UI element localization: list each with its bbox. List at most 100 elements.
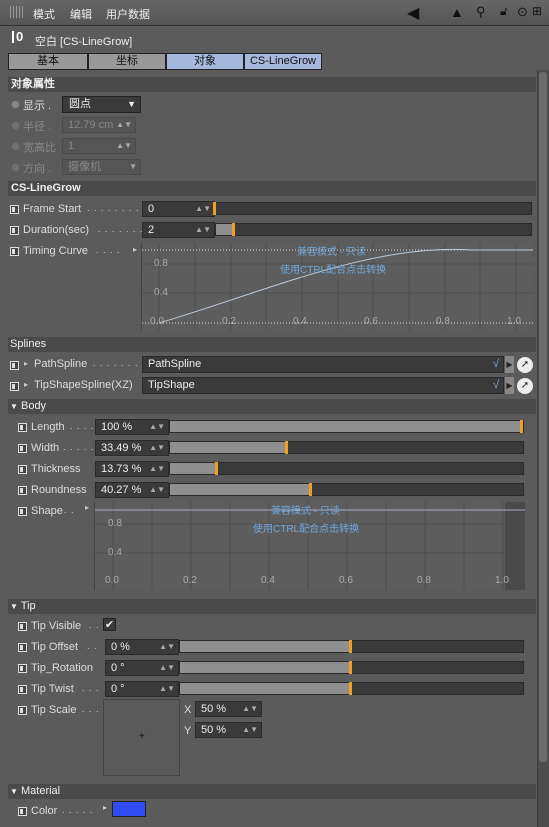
- keyframe-icon[interactable]: [18, 465, 27, 474]
- keyframe-icon[interactable]: [10, 382, 19, 391]
- shape-label: Shape: [31, 505, 63, 517]
- shape-graph[interactable]: 0.8 0.4 0.0 0.2 0.4 0.6 0.8 1.0 兼容模式 - 只…: [94, 502, 525, 590]
- display-dropdown[interactable]: 圆点 ▼: [62, 96, 141, 113]
- expand-triangle-icon[interactable]: ▸: [85, 503, 89, 512]
- spinner-icon[interactable]: ▲▼: [242, 723, 258, 737]
- duration-slider[interactable]: [215, 223, 532, 236]
- spinner-icon[interactable]: ▲▼: [195, 223, 211, 237]
- tip-twist-slider[interactable]: [179, 682, 524, 695]
- spinner-icon[interactable]: ▲▼: [195, 202, 211, 216]
- keyframe-icon[interactable]: [18, 685, 27, 694]
- keyframe-icon[interactable]: [18, 706, 27, 715]
- tip-offset-dots: . .: [87, 641, 98, 651]
- slider-handle[interactable]: [348, 661, 352, 674]
- slider-handle[interactable]: [348, 682, 352, 695]
- scale-x-field[interactable]: 50 % ▲▼: [195, 701, 262, 717]
- timing-curve-graph[interactable]: 0.8 0.4 0.0 0.2 0.4 0.6 0.8 1.0 兼容模式 - 只…: [141, 243, 533, 330]
- spinner-icon[interactable]: ▲▼: [149, 483, 165, 497]
- thickness-field[interactable]: 13.73 % ▲▼: [95, 461, 169, 477]
- menu-mode[interactable]: 模式: [33, 6, 55, 22]
- tip-rotation-field[interactable]: 0 ° ▲▼: [105, 660, 179, 676]
- keyframe-icon[interactable]: [18, 444, 27, 453]
- path-spline-link-field[interactable]: PathSpline √: [142, 356, 504, 373]
- up-arrow-icon[interactable]: ▲: [450, 4, 464, 20]
- keyframe-icon[interactable]: [10, 226, 19, 235]
- spinner-icon[interactable]: ▲▼: [159, 640, 175, 654]
- section-tip[interactable]: ▼ Tip: [8, 599, 536, 614]
- tip-offset-field[interactable]: 0 % ▲▼: [105, 639, 179, 655]
- tipshape-spline-link-field[interactable]: TipShape √: [142, 377, 504, 394]
- expand-icon[interactable]: ⊞: [532, 4, 542, 18]
- thickness-slider[interactable]: [169, 462, 524, 475]
- compat-mode-text: 兼容模式 - 只读: [271, 506, 340, 517]
- new-view-icon[interactable]: ⊙: [517, 4, 528, 20]
- link-menu-arrow-icon[interactable]: ▶: [505, 356, 514, 373]
- slider-handle[interactable]: [285, 441, 289, 454]
- slider-fill: [170, 484, 313, 495]
- slider-handle[interactable]: [213, 202, 216, 215]
- tip-offset-slider[interactable]: [179, 640, 524, 653]
- keyframe-icon[interactable]: [18, 423, 27, 432]
- keyframe-icon[interactable]: [18, 622, 27, 631]
- lock-icon[interactable]: 🔓︎: [500, 4, 508, 19]
- menu-user-data[interactable]: 用户数据: [106, 6, 150, 22]
- search-icon[interactable]: ⚲: [476, 4, 486, 20]
- slider-handle[interactable]: [215, 462, 219, 475]
- spinner-icon[interactable]: ▲▼: [159, 682, 175, 696]
- width-slider[interactable]: [169, 441, 524, 454]
- spinner-icon[interactable]: ▲▼: [149, 441, 165, 455]
- tab-object[interactable]: 对象: [166, 53, 244, 70]
- spinner-icon[interactable]: ▲▼: [242, 702, 258, 716]
- display-radio[interactable]: [11, 100, 20, 109]
- slider-handle[interactable]: [348, 640, 352, 653]
- ctrl-click-text: 使用CTRL配合点击转换: [253, 524, 360, 535]
- frame-start-slider[interactable]: [213, 202, 532, 215]
- width-field[interactable]: 33.49 % ▲▼: [95, 440, 169, 456]
- keyframe-icon[interactable]: [10, 205, 19, 214]
- ctrl-click-text: 使用CTRL配合点击转换: [280, 265, 387, 276]
- object-title-row: 0 空白 [CS-LineGrow]: [0, 28, 549, 50]
- x-tick: 0.6: [364, 316, 378, 327]
- back-arrow-icon[interactable]: ◀: [407, 3, 419, 23]
- roundness-field[interactable]: 40.27 % ▲▼: [95, 482, 169, 498]
- tab-basic[interactable]: 基本: [8, 53, 88, 70]
- slider-handle[interactable]: [520, 420, 523, 433]
- spinner-icon[interactable]: ▲▼: [149, 420, 165, 434]
- tip-scale-pad[interactable]: +: [103, 699, 180, 776]
- pick-object-icon[interactable]: ➚: [517, 357, 533, 373]
- frame-start-field[interactable]: 0 ▲▼: [142, 201, 215, 217]
- slider-handle[interactable]: [231, 223, 235, 236]
- expand-triangle-icon[interactable]: ▸: [103, 803, 107, 812]
- scrollbar-thumb[interactable]: [539, 72, 547, 762]
- duration-field[interactable]: 2 ▲▼: [142, 222, 215, 238]
- section-body[interactable]: ▼ Body: [8, 399, 536, 414]
- keyframe-icon[interactable]: [18, 664, 27, 673]
- color-swatch[interactable]: [112, 801, 146, 817]
- keyframe-icon[interactable]: [18, 807, 27, 816]
- menu-edit[interactable]: 编辑: [70, 6, 92, 22]
- expand-triangle-icon[interactable]: ▸: [24, 380, 28, 389]
- spinner-icon[interactable]: ▲▼: [159, 661, 175, 675]
- length-field[interactable]: 100 % ▲▼: [95, 419, 169, 435]
- keyframe-icon[interactable]: [10, 361, 19, 370]
- pick-object-icon[interactable]: ➚: [517, 378, 533, 394]
- section-material[interactable]: ▼ Material: [8, 784, 536, 799]
- scale-y-field[interactable]: 50 % ▲▼: [195, 722, 262, 738]
- tab-cs-linegrow[interactable]: CS-LineGrow: [244, 53, 322, 70]
- spinner-icon[interactable]: ▲▼: [149, 462, 165, 476]
- keyframe-icon[interactable]: [18, 643, 27, 652]
- link-menu-arrow-icon[interactable]: ▶: [505, 377, 514, 394]
- tip-rotation-slider[interactable]: [179, 661, 524, 674]
- keyframe-icon[interactable]: [18, 486, 27, 495]
- tip-twist-field[interactable]: 0 ° ▲▼: [105, 681, 179, 697]
- expand-triangle-icon[interactable]: ▸: [24, 359, 28, 368]
- keyframe-icon[interactable]: [18, 507, 27, 516]
- tab-coordinates[interactable]: 坐标: [88, 53, 166, 70]
- tip-visible-checkbox[interactable]: ✔: [103, 618, 116, 631]
- slider-handle[interactable]: [309, 483, 313, 496]
- length-slider[interactable]: [169, 420, 524, 433]
- roundness-slider[interactable]: [169, 483, 524, 496]
- expand-triangle-icon[interactable]: ▸: [133, 245, 137, 254]
- keyframe-icon[interactable]: [10, 247, 19, 256]
- scale-x-label: X: [184, 704, 192, 716]
